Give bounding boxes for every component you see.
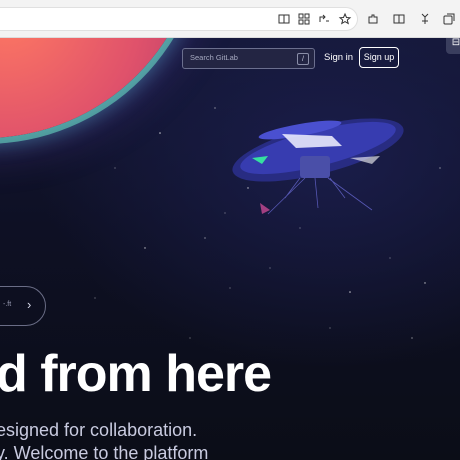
hero-subtitle-line-1: esigned for collaboration. [0, 420, 198, 440]
search-input[interactable]: Search GitLab / [182, 48, 315, 69]
shortcut-key-badge: / [297, 53, 309, 65]
cta-pill-button[interactable]: -.ft › [0, 286, 46, 326]
extensions-icon[interactable] [366, 12, 380, 26]
favorites-icon[interactable] [338, 12, 352, 26]
hero-headline: d from here [0, 345, 272, 403]
menu-icon[interactable]: ⊟ [446, 38, 460, 54]
browser-toolbar [0, 0, 460, 38]
collections-icon[interactable] [442, 12, 456, 26]
favorites-bar-icon[interactable] [418, 12, 432, 26]
read-aloud-icon[interactable] [317, 12, 331, 26]
drone-illustration [232, 118, 404, 215]
search-placeholder: Search GitLab [190, 53, 238, 62]
page-viewport: Search GitLab / Sign in Sign up ⊟ -.ft ›… [0, 38, 460, 460]
sign-up-button[interactable]: Sign up [359, 47, 399, 68]
cta-pill-label: -.ft [3, 301, 12, 308]
hero-subtitle-line-2: y. Welcome to the platform [0, 443, 209, 460]
split-screen-icon[interactable] [392, 12, 406, 26]
apps-icon[interactable] [297, 12, 311, 26]
sign-in-link[interactable]: Sign in [324, 52, 353, 63]
chevron-right-icon: › [27, 297, 32, 312]
reader-icon[interactable] [277, 12, 291, 26]
